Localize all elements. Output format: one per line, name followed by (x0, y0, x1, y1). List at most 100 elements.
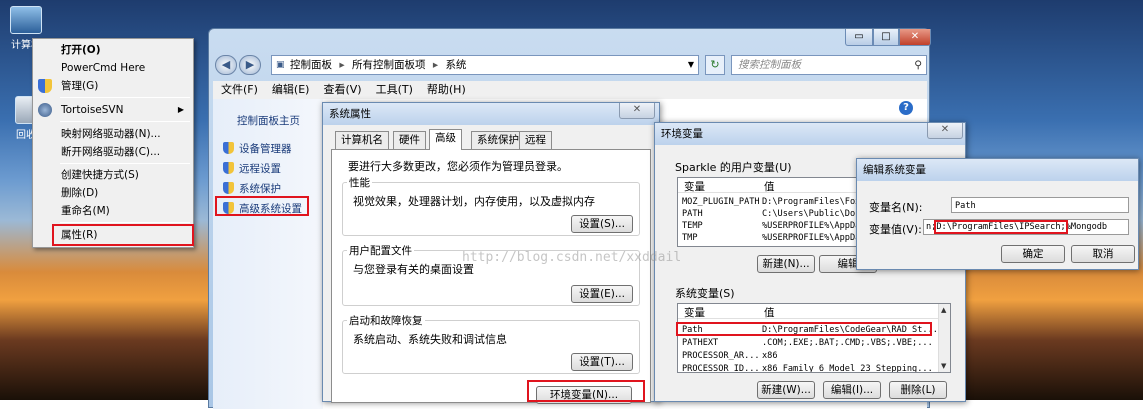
close-button[interactable]: ✕ (899, 29, 931, 46)
menu-tools[interactable]: 工具(T) (376, 83, 413, 96)
dialog-title: 编辑系统变量 (857, 159, 1138, 181)
menu-help[interactable]: 帮助(H) (427, 83, 466, 96)
variable-name-value: Path (955, 201, 976, 211)
column-header-value[interactable]: 值 (764, 179, 775, 194)
tab-hardware[interactable]: 硬件 (393, 131, 426, 149)
sidebar-home-link[interactable]: 控制面板主页 (237, 113, 300, 128)
maximize-button[interactable]: □ (873, 29, 899, 46)
shield-icon (38, 79, 52, 93)
cell-value: C:\Users\Public\Doc (762, 209, 861, 219)
address-bar[interactable]: ▣ 控制面板 ▸ 所有控制面板项 ▸ 系统 ▼ (271, 55, 699, 75)
cancel-button[interactable]: 取消 (1071, 245, 1135, 263)
search-input[interactable]: 搜索控制面板 ⚲ (731, 55, 927, 75)
value-highlight: D:\ProgramFiles\IPSearch; (934, 220, 1068, 234)
menu-bar: 文件(F) 编辑(E) 查看(V) 工具(T) 帮助(H) (213, 81, 927, 99)
tab-system-protection[interactable]: 系统保护 (471, 131, 525, 149)
value-prefix: n; (926, 222, 937, 232)
cell-name: PROCESSOR_AR... (682, 351, 760, 361)
help-icon[interactable]: ? (899, 101, 913, 115)
ok-button[interactable]: 确定 (1001, 245, 1065, 263)
cell-value: D:\ProgramFiles\Fox (762, 197, 861, 207)
menu-item-rename[interactable]: 重命名(M) (34, 202, 192, 220)
tab-panel: 要进行大多数更改，您必须作为管理员登录。 性能 视觉效果，处理器计划，内存使用，… (331, 149, 651, 404)
back-button[interactable]: ◀ (215, 55, 237, 75)
user-new-button[interactable]: 新建(N)... (757, 255, 815, 273)
column-header-variable[interactable]: 变量 (684, 179, 705, 194)
highlight-env-button (527, 380, 645, 402)
startup-settings-button[interactable]: 设置(T)... (571, 353, 633, 371)
variable-value-label: 变量值(V): (869, 223, 922, 236)
group-desc: 视觉效果，处理器计划，内存使用，以及虚拟内存 (353, 195, 595, 208)
menu-separator (60, 222, 190, 223)
cell-name: TMP (682, 233, 698, 243)
sidebar-item-device-manager[interactable]: 设备管理器 (223, 141, 292, 156)
breadcrumb-item[interactable]: 所有控制面板项 (352, 59, 426, 71)
menu-view[interactable]: 查看(V) (323, 83, 361, 96)
sidebar-item-label: 远程设置 (239, 163, 281, 175)
close-icon[interactable]: ✕ (619, 103, 655, 119)
watermark: http://blog.csdn.net/xxddail (462, 250, 682, 265)
menu-item-label: 管理(G) (61, 80, 99, 92)
refresh-icon[interactable]: ↻ (705, 55, 725, 75)
system-vars-list[interactable]: 变量 值 Path D:\ProgramFiles\CodeGear\RAD St… (677, 303, 951, 373)
minimize-button[interactable]: ▭ (845, 29, 873, 46)
scroll-down-icon[interactable]: ▼ (941, 362, 946, 370)
tab-computer-name[interactable]: 计算机名 (335, 131, 389, 149)
tortoise-icon (38, 103, 52, 117)
system-edit-button[interactable]: 编辑(I)... (823, 381, 881, 399)
breadcrumb-item[interactable]: 控制面板 (290, 59, 332, 71)
menu-item-manage[interactable]: 管理(G) (34, 77, 192, 95)
menu-edit[interactable]: 编辑(E) (272, 83, 310, 96)
cell-name: PATH (682, 209, 703, 219)
admin-notice: 要进行大多数更改，您必须作为管理员登录。 (348, 160, 568, 173)
chevron-down-icon[interactable]: ▼ (688, 56, 694, 74)
computer-icon (10, 6, 42, 34)
search-icon[interactable]: ⚲ (914, 56, 922, 74)
menu-file[interactable]: 文件(F) (221, 83, 258, 96)
forward-button[interactable]: ▶ (239, 55, 261, 75)
value-suffix: %Mongodb (1065, 222, 1108, 232)
menu-item-delete[interactable]: 删除(D) (34, 184, 192, 202)
sidebar-item-protection[interactable]: 系统保护 (223, 181, 281, 196)
column-header-variable[interactable]: 变量 (684, 305, 705, 320)
menu-item-powercmd[interactable]: PowerCmd Here (34, 59, 192, 77)
cell-value: %USERPROFILE%\AppDa (762, 221, 861, 231)
menu-item-disconnect-drive[interactable]: 断开网络驱动器(C)... (34, 143, 192, 161)
system-new-button[interactable]: 新建(W)... (757, 381, 815, 399)
column-header-value[interactable]: 值 (764, 305, 775, 320)
profile-settings-button[interactable]: 设置(E)... (571, 285, 633, 303)
group-startup-recovery: 启动和故障恢复 系统启动、系统失败和调试信息 设置(T)... (342, 313, 640, 374)
variable-value-input[interactable]: n;D:\ProgramFiles\IPSearch;%Mongodb (923, 219, 1129, 235)
tab-advanced[interactable]: 高级 (429, 129, 462, 150)
list-header: 变量 值 (678, 304, 950, 319)
system-delete-button[interactable]: 删除(L) (889, 381, 947, 399)
highlight-advanced-settings (215, 196, 309, 216)
menu-item-tortoisesvn[interactable]: TortoiseSVN ▶ (34, 101, 192, 119)
sidebar: 控制面板主页 设备管理器 远程设置 系统保护 高级系统设置 (213, 99, 323, 409)
variable-name-input[interactable]: Path (951, 197, 1129, 213)
breadcrumb-item[interactable]: 系统 (445, 59, 466, 71)
chevron-right-icon: ▶ (177, 105, 184, 114)
group-desc: 系统启动、系统失败和调试信息 (353, 333, 507, 346)
highlight-path-row (676, 322, 932, 336)
menu-separator (60, 163, 190, 164)
tab-remote[interactable]: 远程 (519, 131, 552, 149)
scroll-up-icon[interactable]: ▲ (941, 306, 946, 314)
menu-item-open[interactable]: 打开(O) (34, 41, 192, 59)
performance-settings-button[interactable]: 设置(S)... (571, 215, 633, 233)
group-title: 用户配置文件 (347, 243, 414, 258)
sidebar-item-label: 设备管理器 (239, 143, 292, 155)
group-performance: 性能 视觉效果，处理器计划，内存使用，以及虚拟内存 设置(S)... (342, 175, 640, 236)
sidebar-item-remote[interactable]: 远程设置 (223, 161, 281, 176)
cell-value: %USERPROFILE%\AppDa (762, 233, 861, 243)
cell-name: TEMP (682, 221, 703, 231)
cell-value: .COM;.EXE;.BAT;.CMD;.VBS;.VBE;... (762, 338, 933, 348)
menu-item-label: TortoiseSVN (61, 104, 124, 116)
breadcrumb-separator-icon: ▸ (432, 59, 439, 71)
menu-item-map-drive[interactable]: 映射网络驱动器(N)... (34, 125, 192, 143)
scrollbar[interactable]: ▲ ▼ (938, 304, 950, 372)
context-menu: 打开(O) PowerCmd Here 管理(G) TortoiseSVN ▶ … (32, 38, 194, 248)
dialog-title: 环境变量 (655, 123, 965, 145)
menu-item-create-shortcut[interactable]: 创建快捷方式(S) (34, 166, 192, 184)
close-icon[interactable]: ✕ (927, 123, 963, 139)
